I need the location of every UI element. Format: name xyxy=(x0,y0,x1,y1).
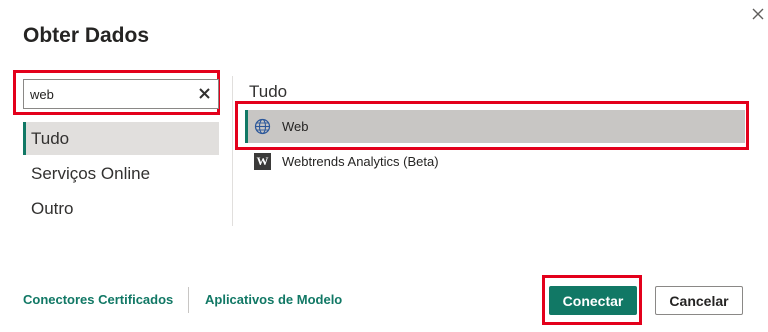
dialog-title: Obter Dados xyxy=(23,24,150,47)
cancel-button[interactable]: Cancelar xyxy=(655,286,743,315)
category-label: Outro xyxy=(31,199,74,218)
template-apps-link[interactable]: Aplicativos de Modelo xyxy=(205,292,342,307)
category-tudo[interactable]: Tudo xyxy=(23,122,219,155)
panel-divider xyxy=(232,76,233,226)
search-box xyxy=(23,79,219,109)
category-outro[interactable]: Outro xyxy=(23,192,219,225)
results-heading: Tudo xyxy=(249,82,288,101)
get-data-dialog: Obter Dados Tudo Serviços Online Outro T… xyxy=(0,0,768,332)
category-label: Serviços Online xyxy=(31,164,151,183)
close-icon[interactable] xyxy=(748,4,768,24)
category-servicos-online[interactable]: Serviços Online xyxy=(23,157,219,190)
webtrends-w-icon: W xyxy=(254,153,271,170)
category-label: Tudo xyxy=(31,129,70,148)
connect-button[interactable]: Conectar xyxy=(549,286,637,315)
result-highlight-box xyxy=(235,101,749,150)
search-input[interactable] xyxy=(24,81,196,107)
certified-connectors-link[interactable]: Conectores Certificados xyxy=(23,292,173,307)
result-label: Webtrends Analytics (Beta) xyxy=(282,154,439,169)
footer-divider xyxy=(188,287,189,313)
clear-x-icon[interactable] xyxy=(196,85,214,103)
